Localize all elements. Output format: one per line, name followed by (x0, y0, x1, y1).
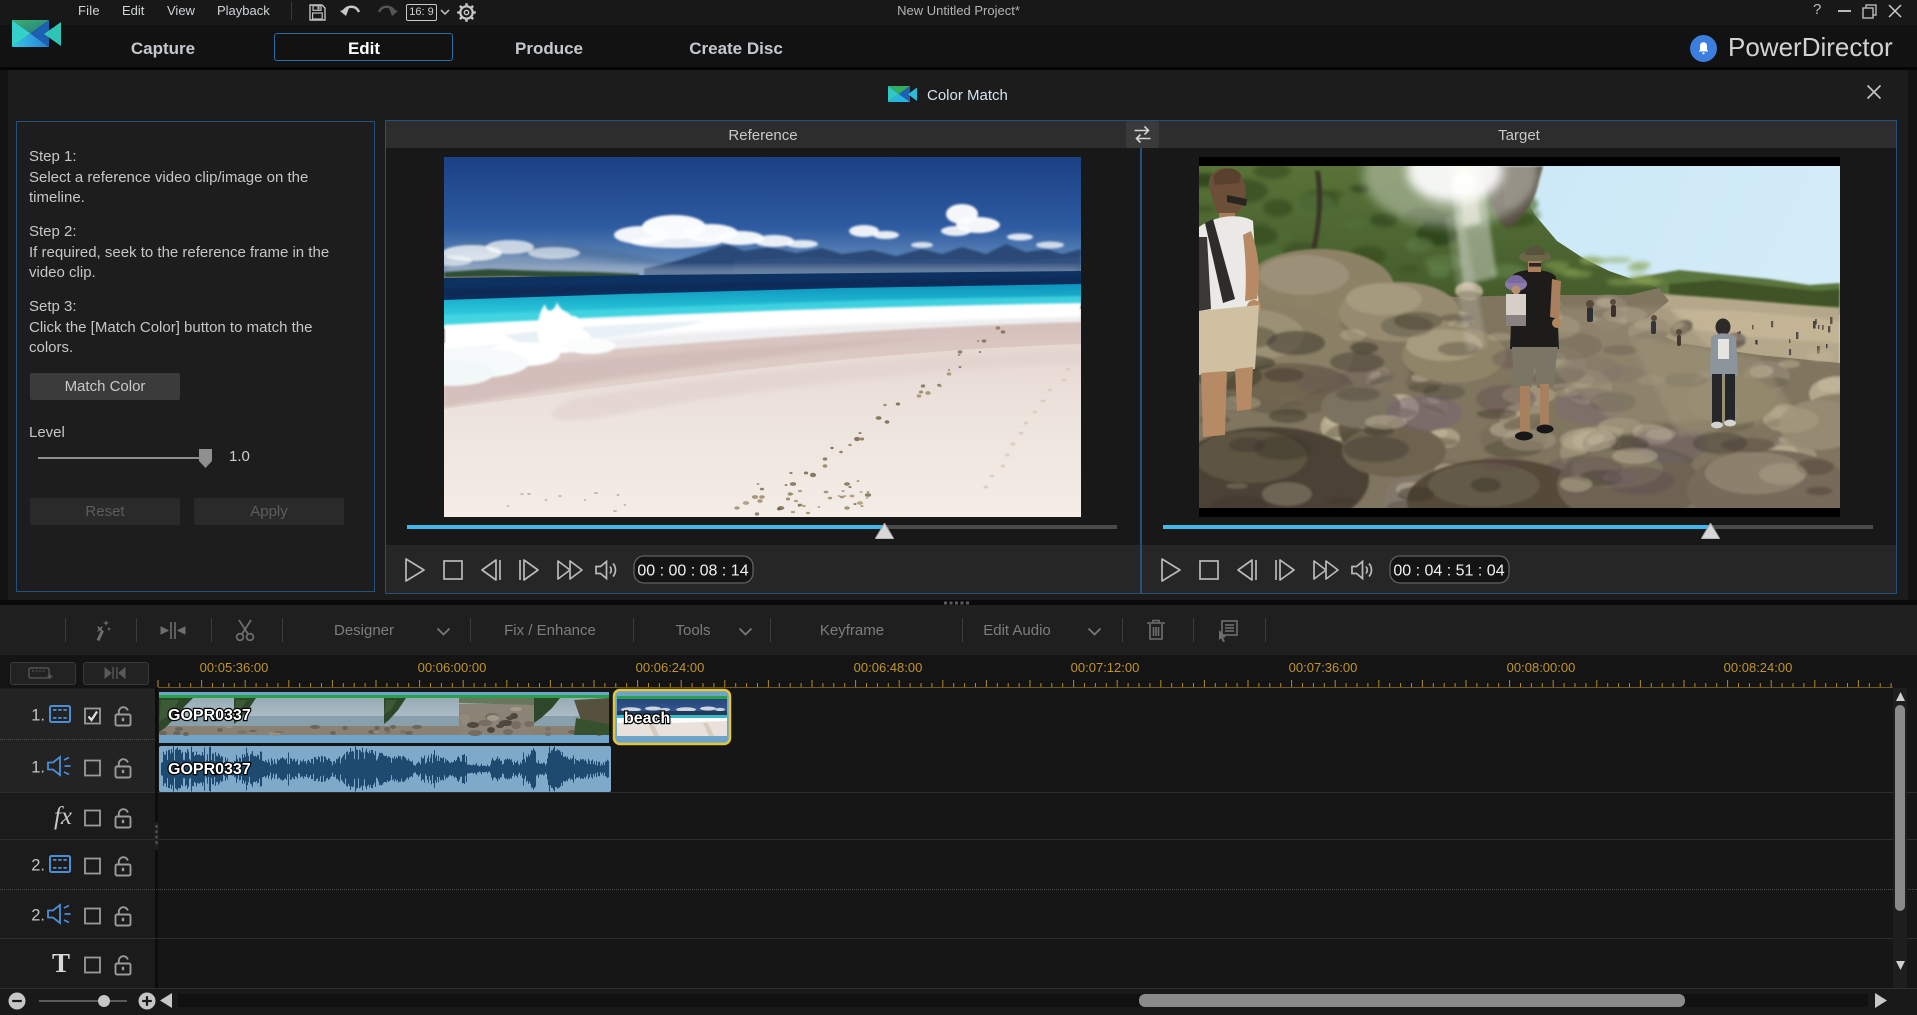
svg-text:GOPR0337: GOPR0337 (168, 761, 251, 778)
svg-text:GOPR0337: GOPR0337 (168, 707, 251, 724)
svg-text:00 : 00 : 08 : 14: 00 : 00 : 08 : 14 (637, 563, 748, 580)
svg-text:beach: beach (624, 710, 670, 727)
svg-text:fx: fx (54, 803, 72, 830)
svg-text:00 : 04 : 51 : 04: 00 : 04 : 51 : 04 (1393, 563, 1504, 580)
svg-text:2.: 2. (31, 907, 45, 925)
svg-text:1.: 1. (31, 759, 45, 777)
svg-text:T: T (52, 948, 70, 978)
svg-text:2.: 2. (31, 857, 45, 875)
svg-text:1.: 1. (31, 707, 45, 725)
